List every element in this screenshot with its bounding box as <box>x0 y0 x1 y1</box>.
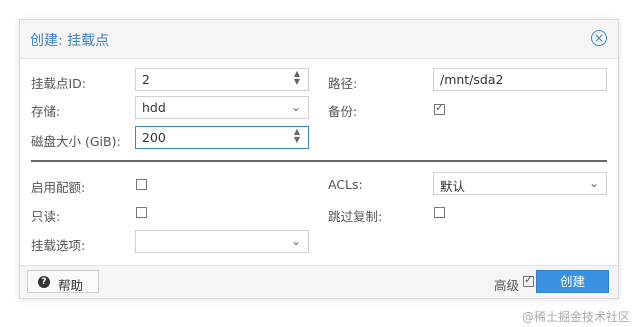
watermark-text: @稀土掘金技术社区 <box>521 310 630 324</box>
dialog-footer: ? 帮助 高级 创建 <box>20 265 618 298</box>
acls-value: 默认 <box>440 179 466 194</box>
spinner-icon[interactable]: ▲ ▼ <box>292 128 302 147</box>
storage-label: 存储: <box>31 104 61 119</box>
enable-quota-label: 启用配额: <box>31 180 86 195</box>
acls-label: ACLs: <box>328 177 363 192</box>
skip-replication-checkbox[interactable] <box>434 207 445 218</box>
advanced-label: 高级 <box>493 278 519 293</box>
chevron-down-icon: ⌄ <box>588 176 599 190</box>
help-button[interactable]: ? 帮助 <box>27 270 99 293</box>
readonly-label: 只读: <box>31 209 61 224</box>
storage-select[interactable]: hdd ⌄ <box>135 96 309 119</box>
mount-options-label: 挂载选项: <box>31 238 86 253</box>
path-value: /mnt/sda2 <box>440 72 504 87</box>
close-icon[interactable]: × <box>591 30 607 46</box>
dialog-titlebar: 创建: 挂载点 × <box>20 20 618 59</box>
create-mount-point-dialog: 创建: 挂载点 × 挂载点ID: 2 ▲ ▼ 存储: hdd ⌄ 磁盘大小 (Gi… <box>19 19 619 299</box>
disk-size-value: 200 <box>142 130 166 145</box>
spinner-icon[interactable]: ▲ ▼ <box>292 70 302 89</box>
help-button-label: 帮助 <box>58 278 84 293</box>
mount-id-value: 2 <box>142 72 150 87</box>
skip-replication-label: 跳过复制: <box>328 209 383 224</box>
backup-checkbox[interactable] <box>434 101 445 115</box>
path-input[interactable]: /mnt/sda2 <box>433 68 607 91</box>
path-label: 路径: <box>328 76 358 91</box>
mount-id-label: 挂载点ID: <box>31 76 87 91</box>
acls-select[interactable]: 默认 ⌄ <box>433 172 607 195</box>
chevron-down-icon: ⌄ <box>290 100 301 114</box>
create-button[interactable]: 创建 <box>536 270 609 293</box>
mount-options-select[interactable]: ⌄ <box>135 230 309 253</box>
backup-label: 备份: <box>328 104 358 119</box>
storage-value: hdd <box>142 100 166 115</box>
advanced-checkbox[interactable] <box>523 273 534 287</box>
disk-size-label: 磁盘大小 (GiB): <box>31 134 121 149</box>
disk-size-input[interactable]: 200 ▲ ▼ <box>135 126 309 149</box>
readonly-checkbox[interactable] <box>136 207 147 218</box>
chevron-down-icon: ⌄ <box>290 234 301 248</box>
divider <box>31 160 607 162</box>
question-circle-icon: ? <box>38 276 50 288</box>
mount-id-input[interactable]: 2 ▲ ▼ <box>135 68 309 91</box>
enable-quota-checkbox[interactable] <box>136 179 147 190</box>
dialog-title: 创建: 挂载点 <box>30 33 110 49</box>
